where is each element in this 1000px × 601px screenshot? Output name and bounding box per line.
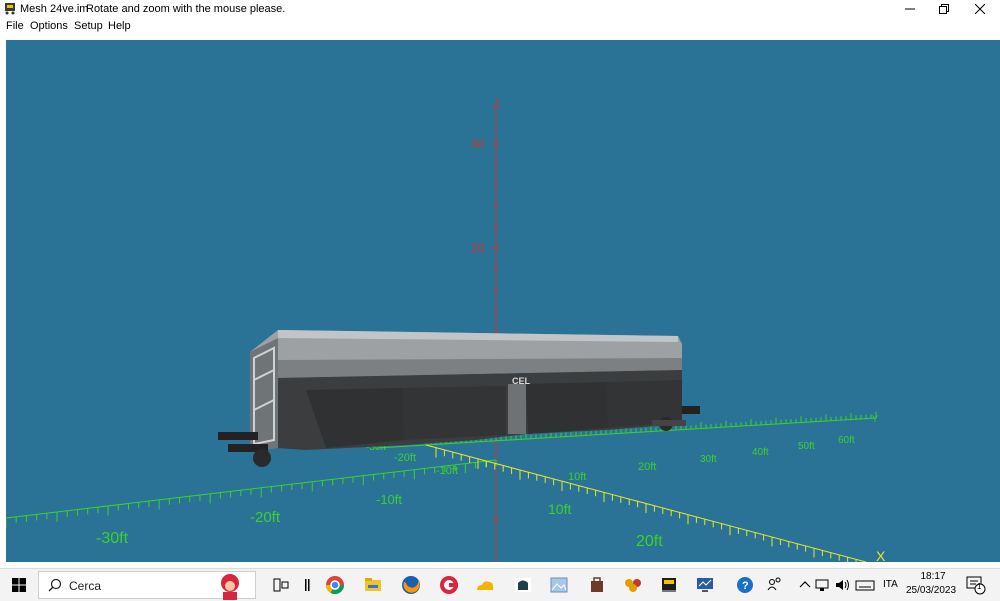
- dante-avatar-icon: [221, 574, 239, 600]
- notification-button[interactable]: 1: [964, 573, 990, 597]
- cards-icon[interactable]: [622, 574, 644, 596]
- menu-help[interactable]: Help: [108, 20, 131, 32]
- z-axis: Z 30 20: [471, 97, 500, 562]
- green-tick-label: 20ft: [636, 533, 663, 550]
- scene-canvas[interactable]: Z 30 20 -30ft -20ft -10ft 10ft 20ft Y -3…: [6, 40, 1000, 562]
- restore-button[interactable]: [926, 0, 962, 18]
- taskbar: Cerca ? ITA 18:17 25/03/2023 1: [0, 568, 1000, 601]
- x-axis-label: X: [876, 548, 886, 562]
- start-button[interactable]: [0, 569, 38, 601]
- window-hint: Rotate and zoom with the mouse please.: [86, 3, 286, 15]
- pause-icon[interactable]: [296, 574, 318, 596]
- search-placeholder: Cerca: [69, 579, 102, 593]
- y-tick-label: 10ft: [568, 471, 586, 483]
- keyboard-icon[interactable]: [854, 574, 876, 596]
- minimize-button[interactable]: [892, 0, 928, 18]
- task-view-icon[interactable]: [270, 574, 292, 596]
- ccleaner-icon[interactable]: [438, 574, 460, 596]
- y-tick-label: 40ft: [752, 447, 769, 458]
- green-tick-label: -20ft: [250, 509, 281, 526]
- close-button[interactable]: [962, 0, 998, 18]
- windows-logo-icon: [12, 578, 26, 592]
- y-tick-label: 50ft: [798, 441, 815, 452]
- restore-icon: [939, 4, 949, 14]
- wagon-lettering: CEL: [512, 376, 531, 386]
- z-tick-label: 30: [471, 137, 485, 151]
- image-icon[interactable]: [548, 574, 570, 596]
- app-icon: [5, 3, 15, 15]
- window-title: Mesh 24ve.im: [20, 3, 89, 15]
- y-tick-label: -10ft: [436, 465, 458, 477]
- menu-setup[interactable]: Setup: [74, 20, 103, 32]
- svg-text:?: ?: [742, 580, 749, 592]
- file-explorer-icon[interactable]: [362, 574, 384, 596]
- minimize-icon: [905, 8, 915, 10]
- people-icon[interactable]: [764, 574, 786, 596]
- search-box[interactable]: Cerca: [38, 571, 256, 600]
- y-tick-label: 60ft: [838, 435, 855, 446]
- monitor-app-icon[interactable]: [694, 574, 716, 596]
- language-indicator[interactable]: ITA: [883, 579, 898, 590]
- notification-icon: [966, 576, 986, 595]
- network-icon[interactable]: [812, 574, 834, 596]
- freight-wagon-model[interactable]: CEL: [218, 330, 700, 467]
- green-axis-front: -30ft -20ft -10ft 10ft 20ft: [6, 459, 663, 550]
- green-tick-label: -10ft: [376, 492, 402, 507]
- green-tick-label: -30ft: [96, 530, 129, 547]
- menu-file[interactable]: File: [6, 20, 24, 32]
- z-axis-label: Z: [493, 97, 500, 111]
- green-tick-label: 10ft: [548, 501, 571, 517]
- z-tick-label: 20: [471, 241, 485, 255]
- help-icon[interactable]: ?: [734, 574, 756, 596]
- y-tick-label: 20ft: [638, 461, 656, 473]
- y-tick-label: -20ft: [394, 452, 416, 464]
- onedrive-icon[interactable]: [474, 574, 496, 596]
- search-icon: [48, 578, 62, 592]
- volume-icon[interactable]: [832, 574, 854, 596]
- train-icon[interactable]: [658, 574, 680, 596]
- menu-bar: File Options Setup Help: [0, 18, 1000, 34]
- bag-icon[interactable]: [586, 574, 608, 596]
- menu-options[interactable]: Options: [30, 20, 68, 32]
- notification-count: 1: [977, 582, 982, 591]
- firefox-icon[interactable]: [400, 574, 422, 596]
- title-bar[interactable]: Mesh 24ve.im Rotate and zoom with the mo…: [0, 0, 1000, 18]
- clock-time[interactable]: 18:17: [916, 571, 950, 582]
- chrome-icon[interactable]: [324, 574, 346, 596]
- y-axis-label: Y: [872, 414, 878, 424]
- 3d-viewport[interactable]: Z 30 20 -30ft -20ft -10ft 10ft 20ft Y -3…: [6, 40, 1000, 562]
- clock-date[interactable]: 25/03/2023: [906, 585, 956, 596]
- close-icon: [975, 4, 985, 14]
- locomotive-icon[interactable]: [512, 574, 534, 596]
- y-tick-label: 30ft: [700, 454, 717, 465]
